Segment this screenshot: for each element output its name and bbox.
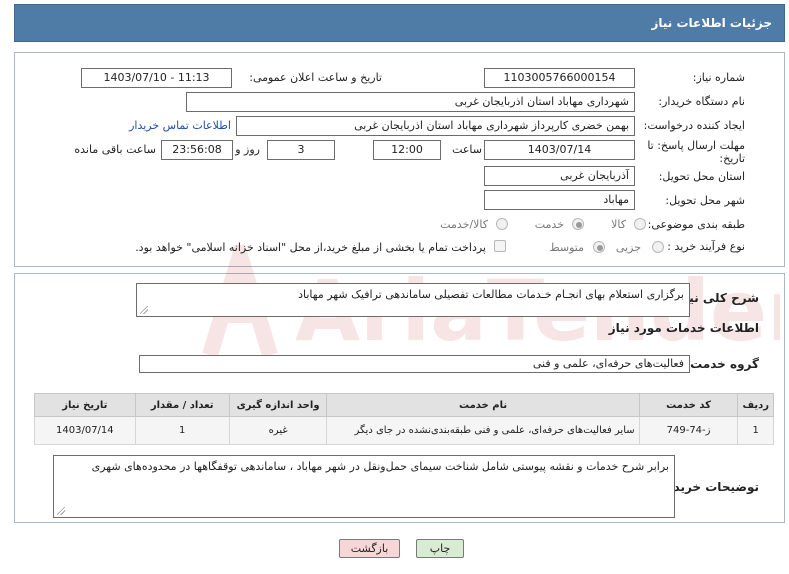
buyer-contact-link[interactable]: اطلاعات تماس خریدار	[129, 119, 231, 132]
resize-grip-icon[interactable]	[57, 507, 65, 515]
deadline-days-field[interactable]: 3	[267, 140, 335, 160]
province-field[interactable]: آذربایجان غربی	[484, 166, 635, 186]
summary-text: برگزاری استعلام بهای انجـام خـدمات مطالع…	[298, 288, 684, 301]
service-group-field[interactable]: فعالیت‌های حرفه‌ای، علمی و فنی	[139, 355, 690, 373]
cell-date: 1403/07/14	[34, 416, 136, 445]
process-radio-minor[interactable]	[652, 241, 664, 253]
need-number-label: شماره نیاز:	[692, 71, 745, 84]
cell-name: سایر فعالیت‌های حرفه‌ای، علمی و فنی طبقه…	[326, 416, 640, 445]
col-code: کد خدمت	[638, 393, 739, 417]
category-option-goods-service: کالا/خدمت	[440, 218, 488, 231]
category-radio-service[interactable]	[572, 218, 584, 230]
summary-textarea[interactable]: برگزاری استعلام بهای انجـام خـدمات مطالع…	[136, 283, 690, 317]
category-option-goods: کالا	[611, 218, 626, 231]
requester-field[interactable]: بهمن خضری کارپرداز شهرداری مهاباد استان …	[236, 116, 635, 136]
category-label: طبقه بندی موضوعی:	[647, 218, 745, 231]
buyer-notes-text: برابر شرح خدمات و نقشه پیوستی شامل شناخت…	[91, 460, 669, 473]
process-option-minor: جزیی	[615, 241, 641, 254]
col-qty: تعداد / مقدار	[134, 393, 230, 417]
city-label: شهر محل تحویل:	[665, 194, 745, 207]
buyer-org-field[interactable]: شهرداری مهاباد استان اذربایجان غربی	[186, 92, 635, 112]
col-unit: واحد اندازه گیری	[228, 393, 328, 417]
process-radio-medium[interactable]	[593, 241, 605, 253]
announce-datetime-field[interactable]: 1403/07/10 - 11:13	[81, 68, 232, 88]
process-label: نوع فرآیند خرید :	[667, 240, 745, 253]
category-radio-goods[interactable]	[634, 218, 646, 230]
deadline-time-label: ساعت	[452, 143, 482, 156]
announce-datetime-label: تاریخ و ساعت اعلان عمومی:	[249, 71, 382, 84]
cell-unit: غیره	[228, 416, 328, 445]
treasury-checkbox[interactable]	[494, 240, 506, 252]
cell-qty: 1	[134, 416, 230, 445]
deadline-time-field[interactable]: 12:00	[373, 140, 441, 160]
col-name: نام خدمت	[326, 393, 640, 417]
print-button[interactable]: چاپ	[416, 539, 464, 558]
service-group-label: گروه خدمت:	[685, 357, 759, 371]
deadline-date-field[interactable]: 1403/07/14	[484, 140, 635, 160]
remaining-time-label: ساعت باقی مانده	[74, 143, 156, 156]
table-header-row: ردیف کد خدمت نام خدمت واحد اندازه گیری ت…	[34, 393, 774, 417]
province-label: استان محل تحویل:	[658, 170, 745, 183]
category-option-service: خدمت	[534, 218, 564, 231]
cell-code: ز-74-749	[638, 416, 739, 445]
buyer-org-label: نام دستگاه خریدار:	[658, 95, 745, 108]
col-date: تاریخ نیاز	[34, 393, 136, 417]
page-header: جزئیات اطلاعات نیاز	[14, 4, 785, 42]
back-button[interactable]: بازگشت	[339, 539, 400, 558]
deadline-label: مهلت ارسال پاسخ: تا	[647, 139, 745, 152]
services-table: ردیف کد خدمت نام خدمت واحد اندازه گیری ت…	[34, 393, 774, 445]
process-option-medium: متوسط	[549, 241, 584, 254]
requester-label: ایجاد کننده درخواست:	[643, 119, 745, 132]
buyer-notes-textarea[interactable]: برابر شرح خدمات و نقشه پیوستی شامل شناخت…	[53, 455, 675, 518]
services-section-title: اطلاعات خدمات مورد نیاز	[608, 321, 759, 335]
cell-row: 1	[737, 416, 774, 445]
deadline-days-label: روز و	[235, 143, 260, 156]
treasury-note: پرداخت تمام یا بخشی از مبلغ خرید،از محل …	[135, 241, 486, 254]
resize-grip-icon[interactable]	[140, 306, 148, 314]
remaining-time-field[interactable]: 23:56:08	[161, 140, 233, 160]
need-number-field[interactable]: 1103005766000154	[484, 68, 635, 88]
page-title: جزئیات اطلاعات نیاز	[651, 16, 772, 30]
deadline-label-date: تاریخ:	[719, 152, 745, 165]
table-row[interactable]: 1 ز-74-749 سایر فعالیت‌های حرفه‌ای، علمی…	[34, 416, 774, 445]
col-row: ردیف	[737, 393, 774, 417]
category-radio-goods-service[interactable]	[496, 218, 508, 230]
city-field[interactable]: مهاباد	[484, 190, 635, 210]
